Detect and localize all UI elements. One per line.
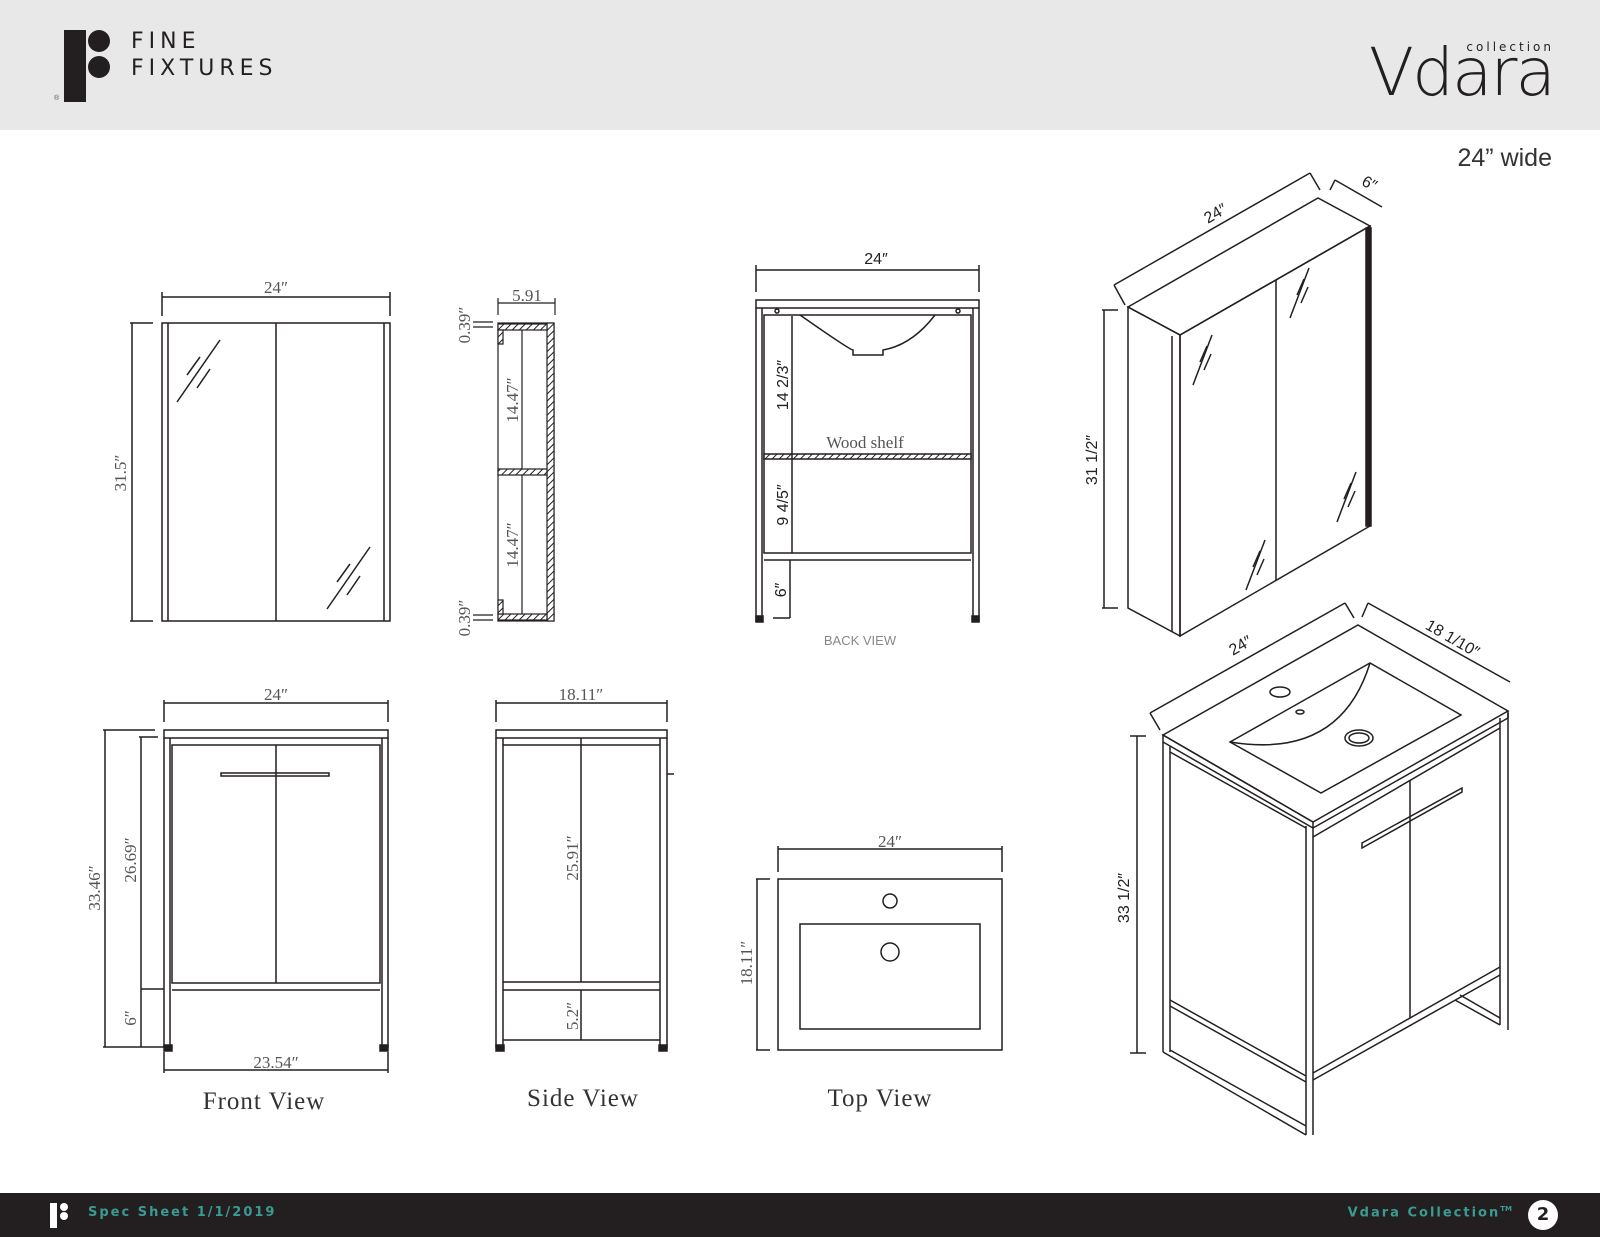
fine-fixtures-logo-icon: ® [54, 30, 110, 102]
wood-shelf-label: Wood shelf [826, 433, 904, 452]
trademark: TM [1500, 1205, 1512, 1213]
mirror-upper-shelf-dim: 14.47″ [503, 377, 522, 422]
front-view-label: Front View [203, 1088, 326, 1115]
side-leg-height-dim: 5.2″ [563, 1002, 582, 1030]
side-view-label: Side View [527, 1085, 639, 1112]
mirror-height-dim: 31.5″ [111, 455, 130, 492]
mirror-iso-height-dim: 31 1/2″ [1084, 435, 1101, 485]
front-base-width-dim: 23.54″ [253, 1053, 298, 1072]
top-view-drawing [756, 846, 1003, 1051]
brand-name: FINE FIXTURES [131, 28, 278, 82]
back-view-label: BACK VIEW [824, 633, 897, 648]
brand-line-1: FINE [131, 29, 201, 54]
collection-name-text: Vdara Collection [1347, 1205, 1501, 1221]
footer-logo-icon [50, 1203, 68, 1228]
mirror-section-view [473, 298, 556, 622]
mirror-iso-depth-dim: 6″ [1359, 173, 1380, 195]
back-upper-dim: 14 2/3″ [775, 360, 792, 410]
side-depth-dim: 18.11″ [559, 685, 604, 704]
front-view-drawing [103, 700, 389, 1073]
mirror-top-gap-dim: 0.39″ [455, 307, 474, 344]
back-width-dim: 24″ [864, 251, 888, 268]
vanity-isometric-view [1130, 602, 1511, 1136]
back-legs-dim: 6″ [773, 582, 790, 597]
svg-text:®: ® [54, 94, 60, 102]
mirror-lower-shelf-dim: 14.47″ [503, 522, 522, 567]
mirror-front-view [130, 292, 391, 622]
front-width-dim: 24″ [264, 685, 288, 704]
mirror-iso-width-dim: 24″ [1201, 201, 1230, 228]
vdara-collection-logo: collection Vdara [1354, 34, 1556, 108]
side-view-drawing [495, 700, 674, 1052]
front-leg-height-dim: 6″ [121, 1010, 140, 1026]
front-cabinet-height-dim: 26.69″ [121, 837, 140, 882]
footer: Spec Sheet 1/1/2019 Vdara CollectionTM 2 [0, 1193, 1600, 1237]
header: ® FINE FIXTURES collection Vdara [0, 0, 1600, 130]
brand-line-2: FIXTURES [131, 56, 278, 81]
back-lower-dim: 9 4/5″ [775, 484, 792, 526]
logo-main: Vdara [1368, 34, 1556, 111]
side-cabinet-height-dim: 25.91″ [563, 835, 582, 880]
vanity-iso-depth-dim: 18 1/10″ [1422, 617, 1482, 661]
footer-collection-name: Vdara CollectionTM [1348, 1205, 1512, 1220]
top-view-label: Top View [828, 1085, 933, 1112]
front-overall-height-dim: 33.46″ [85, 865, 104, 910]
top-width-dim: 24″ [878, 832, 902, 851]
page-number: 2 [1528, 1200, 1558, 1230]
top-depth-dim: 18.11″ [737, 941, 756, 986]
mirror-bottom-gap-dim: 0.39″ [455, 600, 474, 637]
mirror-depth-dim: 5.91 [512, 286, 542, 305]
vanity-iso-height-dim: 33 1/2″ [1116, 873, 1133, 923]
mirror-isometric-view [1102, 172, 1383, 638]
spec-drawings: 24″ 31.5″ 5.91 0.39″ 0.39″ 14.47″ 14.47″… [85, 172, 1511, 1136]
spec-sheet-date: Spec Sheet 1/1/2019 [88, 1205, 277, 1220]
mirror-width-dim: 24″ [264, 278, 288, 297]
